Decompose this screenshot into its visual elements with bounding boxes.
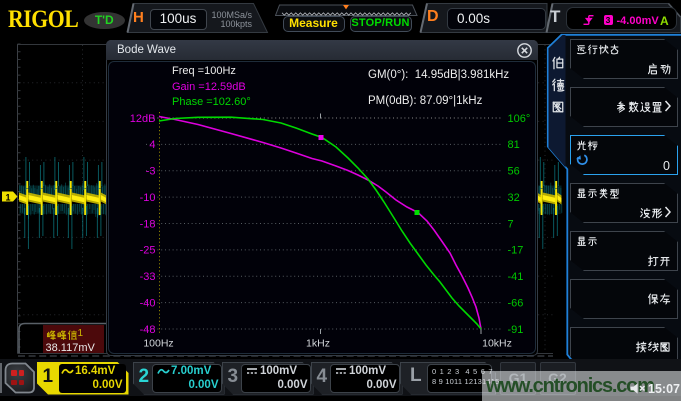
svg-text:-40: -40 (140, 297, 156, 309)
svg-text:100Hz: 100Hz (143, 338, 173, 350)
svg-text:7: 7 (508, 218, 514, 230)
svg-text:81: 81 (508, 139, 520, 151)
svg-text:10kHz: 10kHz (482, 338, 512, 350)
svg-text:-33: -33 (140, 271, 156, 283)
svg-text:1kHz: 1kHz (306, 338, 330, 350)
svg-text:4: 4 (149, 139, 155, 151)
svg-text:106°: 106° (508, 113, 531, 125)
svg-text:-91: -91 (508, 324, 524, 336)
svg-text:-10: -10 (140, 192, 156, 204)
svg-text:-17: -17 (508, 245, 524, 257)
svg-text:12dB: 12dB (130, 113, 156, 125)
svg-text:-48: -48 (140, 324, 156, 336)
svg-text:56: 56 (508, 166, 520, 178)
svg-text:-41: -41 (508, 271, 524, 283)
svg-text:32: 32 (508, 192, 520, 204)
svg-text:-66: -66 (508, 297, 524, 309)
svg-text:-3: -3 (146, 166, 156, 178)
svg-text:-25: -25 (140, 245, 156, 257)
svg-text:-18: -18 (140, 218, 156, 230)
